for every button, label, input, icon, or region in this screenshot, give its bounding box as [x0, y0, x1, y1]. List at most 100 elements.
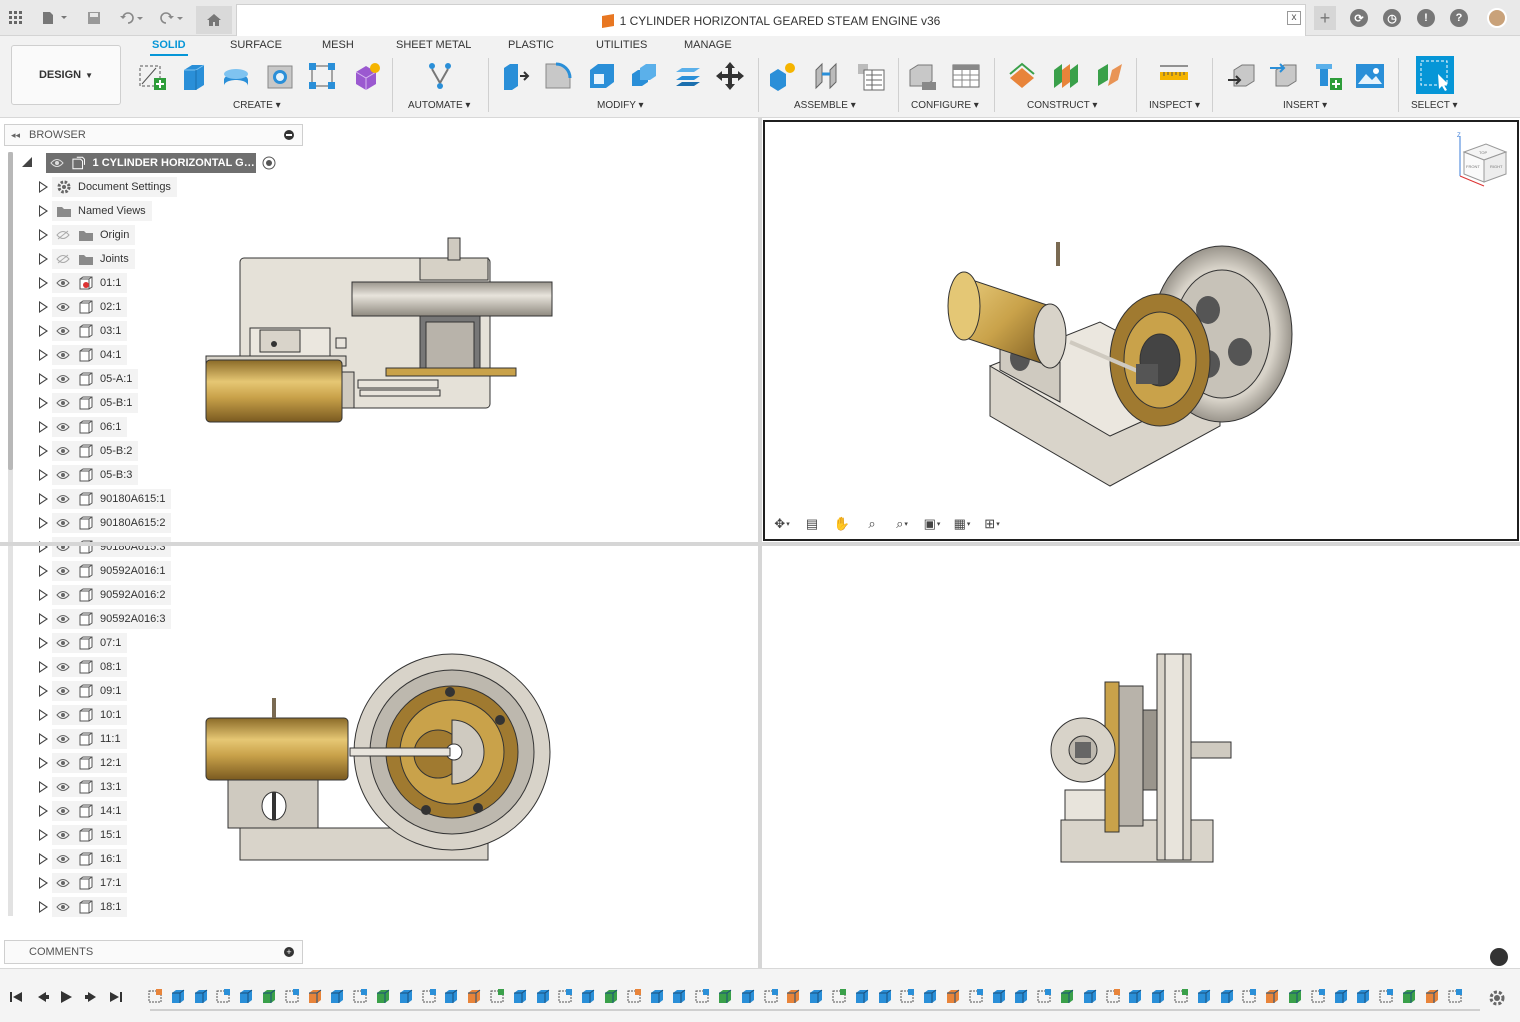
select-icon[interactable]: [1416, 56, 1454, 94]
browser-item-node[interactable]: 04:1: [52, 345, 128, 365]
timeline-feature-icon[interactable]: [1149, 987, 1167, 1005]
browser-item-node[interactable]: 17:1: [52, 873, 128, 893]
visibility-eye-icon[interactable]: [52, 345, 74, 365]
timeline-feature-icon[interactable]: [237, 987, 255, 1005]
play-icon[interactable]: [58, 989, 74, 1005]
pan-icon[interactable]: ✋: [828, 513, 856, 535]
browser-item[interactable]: 18:1: [20, 896, 128, 918]
expand-triangle-icon[interactable]: [38, 565, 48, 577]
browser-item-node[interactable]: 05-B:2: [52, 441, 139, 461]
viewports-icon[interactable]: ⊞ ▾: [978, 513, 1006, 535]
timeline-feature-icon[interactable]: [192, 987, 210, 1005]
fillet-icon[interactable]: [542, 60, 574, 92]
root-component[interactable]: 1 CYLINDER HORIZONTAL GEAI...: [46, 153, 256, 173]
timeline-feature-icon[interactable]: [830, 987, 848, 1005]
browser-item-node[interactable]: 16:1: [52, 849, 128, 869]
timeline-feature-icon[interactable]: [397, 987, 415, 1005]
browser-item[interactable]: 06:1: [20, 416, 128, 438]
hole-icon[interactable]: [264, 60, 296, 92]
browser-item-node[interactable]: 90180A615:1: [52, 489, 172, 509]
insert-derive-icon[interactable]: [1226, 60, 1258, 92]
timeline-settings-gear-icon[interactable]: [1488, 989, 1506, 1007]
browser-item-node[interactable]: 05-B:1: [52, 393, 139, 413]
visibility-eye-icon[interactable]: [52, 873, 74, 893]
expand-triangle-icon[interactable]: [38, 661, 48, 673]
visibility-eye-icon[interactable]: [52, 633, 74, 653]
visibility-eye-icon[interactable]: [52, 729, 74, 749]
insert-decal-icon[interactable]: [1268, 60, 1300, 92]
timeline-feature-icon[interactable]: [1263, 987, 1281, 1005]
timeline-feature-icon[interactable]: [214, 987, 232, 1005]
close-tab-icon[interactable]: x: [1287, 11, 1301, 25]
skip-to-start-icon[interactable]: [8, 989, 24, 1005]
tab-surface[interactable]: SURFACE: [228, 39, 284, 51]
configure-design-icon[interactable]: [906, 60, 938, 92]
timeline-feature-icon[interactable]: [1286, 987, 1304, 1005]
expand-triangle-icon[interactable]: [38, 517, 48, 529]
timeline-feature-icon[interactable]: [579, 987, 597, 1005]
browser-item-node[interactable]: 90592A016:1: [52, 561, 172, 581]
browser-item[interactable]: 90592A016:2: [20, 584, 172, 606]
viewport-top-view[interactable]: [190, 230, 570, 430]
modify-menu[interactable]: MODIFY ▾: [597, 100, 644, 111]
expand-triangle-icon[interactable]: [38, 613, 48, 625]
viewport-home-view[interactable]: [940, 236, 1310, 498]
comments-header[interactable]: COMMENTS +: [4, 940, 303, 964]
document-tab[interactable]: 1 CYLINDER HORIZONTAL GEARED STEAM ENGIN…: [236, 4, 1306, 36]
tab-plastic[interactable]: PLASTIC: [506, 39, 556, 51]
browser-item-node[interactable]: 02:1: [52, 297, 128, 317]
visibility-eye-icon[interactable]: [52, 393, 74, 413]
pattern-icon[interactable]: [306, 60, 338, 92]
extrude-icon[interactable]: [178, 60, 210, 92]
browser-item[interactable]: Joints: [20, 248, 135, 270]
extensions-icon[interactable]: ⟳: [1348, 6, 1370, 30]
new-tab-icon[interactable]: +: [1314, 6, 1336, 30]
browser-item-node[interactable]: 10:1: [52, 705, 128, 725]
visibility-eye-icon[interactable]: [52, 897, 74, 917]
expand-triangle-icon[interactable]: [38, 829, 48, 841]
timeline-feature-icon[interactable]: [921, 987, 939, 1005]
tab-utilities[interactable]: UTILITIES: [594, 39, 649, 51]
visibility-eye-icon[interactable]: [52, 753, 74, 773]
timeline-feature-icon[interactable]: [260, 987, 278, 1005]
timeline-feature-icon[interactable]: [967, 987, 985, 1005]
browser-item-node[interactable]: 07:1: [52, 633, 128, 653]
browser-item[interactable]: 08:1: [20, 656, 128, 678]
midplane-icon[interactable]: [1050, 60, 1082, 92]
timeline-feature-icon[interactable]: [1423, 987, 1441, 1005]
expand-triangle-icon[interactable]: [38, 301, 48, 313]
browser-item-node[interactable]: Origin: [52, 225, 136, 245]
browser-item[interactable]: 05-B:1: [20, 392, 139, 414]
visibility-eye-icon[interactable]: [52, 801, 74, 821]
timeline-feature-icon[interactable]: [716, 987, 734, 1005]
timeline-feature-icon[interactable]: [990, 987, 1008, 1005]
expand-triangle-icon[interactable]: [38, 901, 48, 913]
browser-item-node[interactable]: Joints: [52, 249, 135, 269]
browser-item-node[interactable]: 05-A:1: [52, 369, 139, 389]
press-pull-icon[interactable]: [498, 60, 530, 92]
browser-item-node[interactable]: 12:1: [52, 753, 128, 773]
timeline-feature-icon[interactable]: [511, 987, 529, 1005]
save-icon[interactable]: [84, 6, 104, 30]
timeline-feature-icon[interactable]: [146, 987, 164, 1005]
timeline-feature-icon[interactable]: [169, 987, 187, 1005]
timeline-feature-icon[interactable]: [1126, 987, 1144, 1005]
viewport-divider-vertical[interactable]: [758, 118, 762, 968]
timeline-feature-icon[interactable]: [1332, 987, 1350, 1005]
workspace-switcher[interactable]: DESIGN ▼: [11, 45, 121, 105]
visibility-eye-icon[interactable]: [52, 441, 74, 461]
browser-item[interactable]: Document Settings: [20, 176, 177, 198]
skip-to-end-icon[interactable]: [108, 989, 124, 1005]
visibility-eye-icon[interactable]: [46, 153, 67, 173]
timeline-feature-icon[interactable]: [1035, 987, 1053, 1005]
timeline-feature-icon[interactable]: [1354, 987, 1372, 1005]
revolve-icon[interactable]: [220, 60, 252, 92]
timeline-feature-icon[interactable]: [351, 987, 369, 1005]
scrollbar-thumb[interactable]: [8, 152, 13, 470]
browser-item[interactable]: 90592A016:1: [20, 560, 172, 582]
visibility-eye-icon[interactable]: [52, 369, 74, 389]
browser-item[interactable]: 16:1: [20, 848, 128, 870]
configuration-table-icon[interactable]: [950, 60, 982, 92]
visibility-eye-icon[interactable]: [52, 825, 74, 845]
collapse-panel-icon[interactable]: ◂◂: [11, 130, 20, 141]
